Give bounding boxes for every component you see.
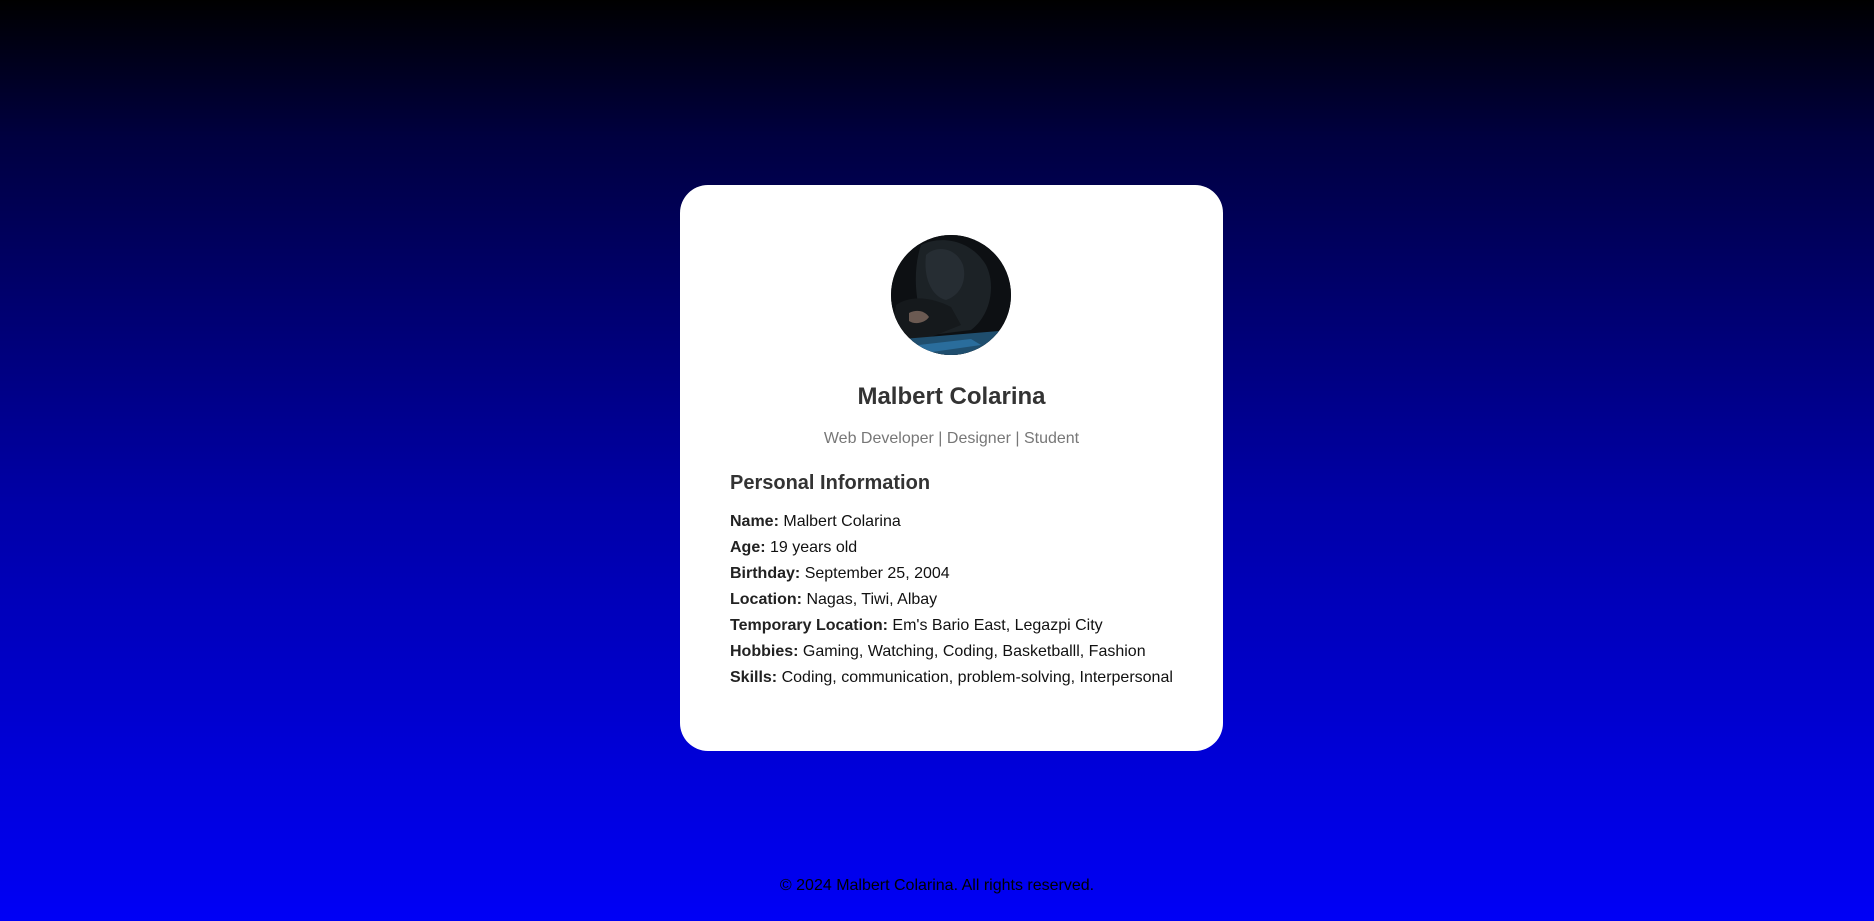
footer-copyright: © 2024 Malbert Colarina. All rights rese… <box>779 877 1095 894</box>
info-value: 19 years old <box>770 539 858 556</box>
profile-card: Malbert Colarina Web Developer | Designe… <box>680 185 1223 751</box>
info-value: Coding, communication, problem-solving, … <box>781 669 1173 686</box>
info-label: Name: <box>730 513 779 530</box>
profile-tagline: Web Developer | Designer | Student <box>823 430 1080 447</box>
info-label: Temporary Location: <box>730 617 888 634</box>
info-label: Age: <box>730 539 766 556</box>
info-item-hobbies: Hobbies: Gaming, Watching, Coding, Baske… <box>730 639 1173 665</box>
info-item-birthday: Birthday: September 25, 2004 <box>730 561 1173 587</box>
info-item-temporary-location: Temporary Location: Em's Bario East, Leg… <box>730 613 1173 639</box>
info-item-name: Name: Malbert Colarina <box>730 509 1173 535</box>
info-value: Malbert Colarina <box>783 513 901 530</box>
info-item-location: Location: Nagas, Tiwi, Albay <box>730 587 1173 613</box>
section-title-personal-information: Personal Information <box>730 472 931 494</box>
profile-name: Malbert Colarina <box>857 383 1046 410</box>
info-label: Hobbies: <box>730 643 799 660</box>
profile-photo-icon <box>891 235 1011 355</box>
info-value: Nagas, Tiwi, Albay <box>806 591 938 608</box>
info-value: Em's Bario East, Legazpi City <box>892 617 1103 634</box>
info-label: Location: <box>730 591 802 608</box>
personal-info-list: Name: Malbert Colarina Age: 19 years old… <box>730 509 1173 691</box>
info-value: September 25, 2004 <box>804 565 950 582</box>
info-item-age: Age: 19 years old <box>730 535 1173 561</box>
info-item-skills: Skills: Coding, communication, problem-s… <box>730 665 1173 691</box>
info-label: Birthday: <box>730 565 801 582</box>
info-label: Skills: <box>730 669 778 686</box>
info-value: Gaming, Watching, Coding, Basketballl, F… <box>802 643 1146 660</box>
avatar <box>891 235 1011 355</box>
